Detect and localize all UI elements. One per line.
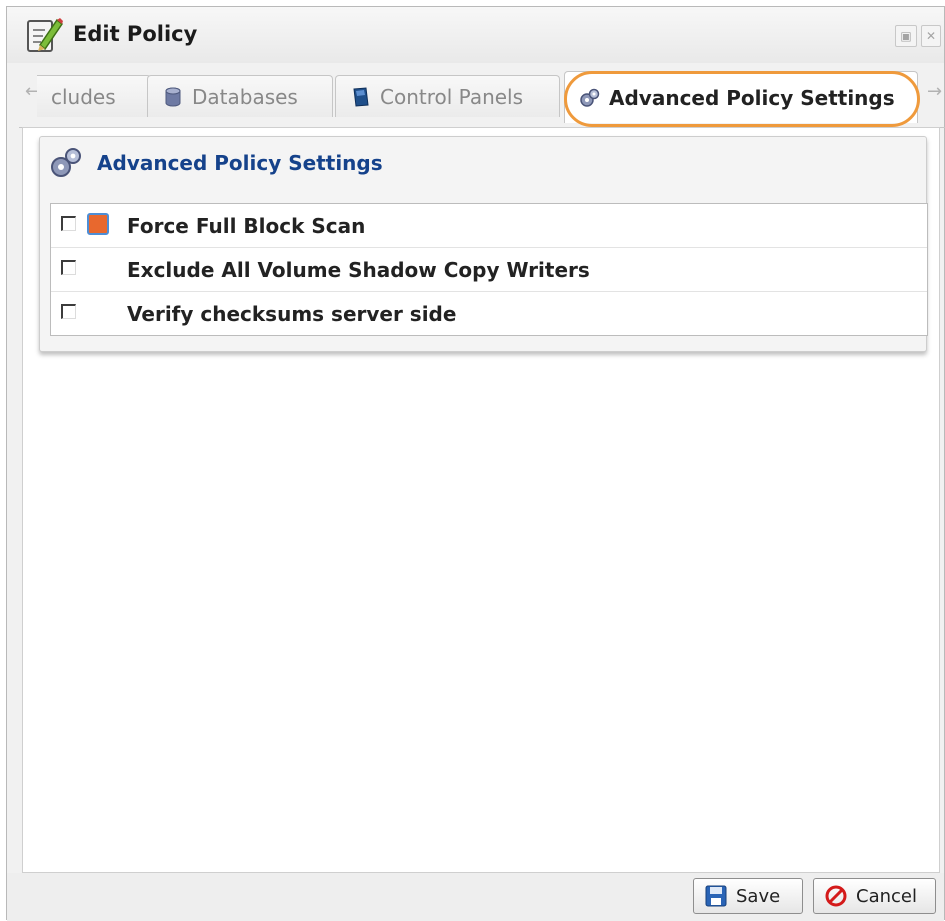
close-icon: ✕	[925, 29, 937, 43]
tab-databases[interactable]: Databases	[147, 75, 333, 117]
gears-icon	[51, 148, 81, 177]
options-list: Force Full Block Scan Exclude All Volume…	[50, 203, 928, 336]
save-button[interactable]: Save	[693, 878, 803, 914]
cancel-icon	[825, 885, 847, 907]
close-button[interactable]: ✕	[921, 25, 941, 47]
control-panel-icon	[353, 86, 369, 107]
edit-policy-window: Edit Policy ▣ ✕ ← cludes Databases Contr…	[6, 6, 945, 921]
list-item: Exclude All Volume Shadow Copy Writers	[51, 248, 927, 292]
option-label: Force Full Block Scan	[127, 214, 366, 238]
cancel-button[interactable]: Cancel	[813, 878, 936, 914]
verify-checksums-checkbox[interactable]	[61, 304, 76, 319]
panel-header: Advanced Policy Settings	[40, 137, 926, 191]
tab-label: Databases	[192, 84, 298, 109]
tab-control-panels[interactable]: Control Panels	[335, 75, 560, 117]
orange-square-icon	[87, 213, 109, 235]
tab-label: cludes	[51, 84, 116, 109]
window-title: Edit Policy	[73, 22, 198, 46]
window-titlebar[interactable]: Edit Policy ▣ ✕	[7, 7, 944, 63]
tab-content-area: Advanced Policy Settings Force Full Bloc…	[22, 127, 940, 873]
cancel-label: Cancel	[856, 885, 917, 907]
list-item: Verify checksums server side	[51, 292, 927, 336]
panel-title: Advanced Policy Settings	[97, 151, 383, 175]
scroll-right-icon[interactable]: →	[927, 81, 942, 102]
tab-label: Control Panels	[380, 84, 524, 109]
tab-strip: ← cludes Databases Control Panels Advanc…	[19, 67, 945, 128]
option-label: Verify checksums server side	[127, 302, 457, 326]
gears-icon	[580, 88, 600, 107]
force-full-block-scan-checkbox[interactable]	[61, 216, 76, 231]
maximize-icon: ▣	[900, 29, 912, 43]
maximize-button[interactable]: ▣	[895, 25, 917, 47]
edit-document-icon	[27, 18, 63, 52]
option-label: Exclude All Volume Shadow Copy Writers	[127, 258, 590, 282]
tab-label: Advanced Policy Settings	[609, 85, 895, 110]
floppy-disk-icon	[705, 885, 727, 907]
tab-excludes[interactable]: cludes	[37, 75, 151, 117]
save-label: Save	[736, 885, 781, 907]
advanced-settings-panel: Advanced Policy Settings Force Full Bloc…	[39, 136, 928, 352]
list-item: Force Full Block Scan	[51, 204, 927, 248]
exclude-vss-writers-checkbox[interactable]	[61, 260, 76, 275]
tab-advanced-policy-settings[interactable]: Advanced Policy Settings	[564, 71, 918, 123]
database-icon	[165, 87, 181, 106]
dialog-footer: Save Cancel	[7, 873, 944, 921]
